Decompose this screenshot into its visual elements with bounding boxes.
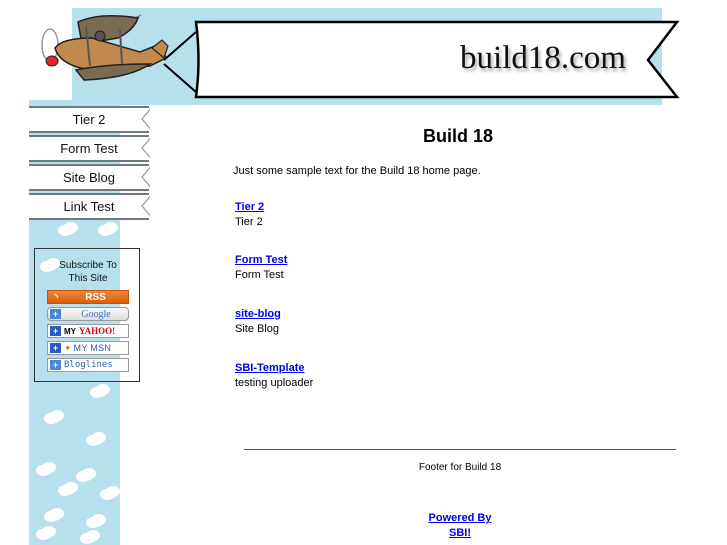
biplane-icon — [41, 14, 169, 81]
powered-by-link[interactable]: Powered By — [429, 512, 492, 524]
cloud-icon — [103, 488, 117, 499]
subscribe-title-line1: Subscribe To — [59, 260, 117, 271]
cloud-icon — [39, 464, 53, 475]
cloud-icon — [47, 510, 61, 521]
intro-text: Just some sample text for the Build 18 h… — [233, 165, 481, 177]
content-entry: site-blog Site Blog — [235, 307, 281, 338]
site-title[interactable]: build18.com — [460, 40, 626, 77]
msn-butterfly-icon: ✦ — [64, 342, 72, 353]
entry-link-tier-2[interactable]: Tier 2 — [235, 200, 264, 214]
google-label: Google — [81, 308, 111, 320]
entry-description: testing uploader — [235, 377, 314, 389]
ribbon-notch-icon — [141, 164, 155, 191]
entry-link-site-blog[interactable]: site-blog — [235, 307, 281, 321]
entry-link-form-test[interactable]: Form Test — [235, 253, 287, 267]
plus-icon: + — [50, 326, 61, 336]
subscribe-title-line2: This Site — [68, 273, 108, 284]
nav-item-tier-2[interactable]: Tier 2 — [29, 106, 155, 133]
ribbon-notch-icon — [141, 193, 155, 220]
yahoo-brand-label: YAHOO! — [79, 326, 116, 336]
nav-item-label: Link Test — [63, 199, 115, 214]
subscribe-title: Subscribe To This Site — [35, 259, 141, 285]
bloglines-label: Bloglines — [64, 360, 113, 370]
add-to-my-yahoo-button[interactable]: + MY YAHOO! — [47, 324, 129, 338]
page-title: Build 18 — [423, 126, 494, 146]
nav-item-form-test[interactable]: Form Test — [29, 135, 155, 162]
cloud-icon — [101, 224, 115, 235]
msn-label: MY MSN — [73, 343, 112, 353]
sbi-link[interactable]: SBI! — [449, 527, 471, 539]
add-to-bloglines-button[interactable]: + Bloglines — [47, 358, 129, 372]
plus-icon: + — [50, 360, 61, 370]
add-to-google-button[interactable]: + Google — [47, 307, 129, 321]
cloud-icon — [89, 434, 103, 445]
nav-item-site-blog[interactable]: Site Blog — [29, 164, 155, 191]
nav-item-link-test[interactable]: Link Test — [29, 193, 155, 220]
rss-icon: ◝ — [54, 291, 58, 302]
yahoo-my-label: MY — [64, 326, 76, 336]
nav-item-label: Form Test — [60, 141, 118, 156]
cloud-icon — [79, 470, 93, 481]
entry-link-sbi-template[interactable]: SBI-Template — [235, 361, 313, 375]
content-entry: Tier 2 Tier 2 — [235, 200, 264, 231]
sidebar-nav: Tier 2 Form Test Site Blog Link Test — [29, 106, 155, 222]
cloud-icon — [47, 412, 61, 423]
cloud-icon — [89, 516, 103, 527]
ribbon-notch-icon — [141, 135, 155, 162]
add-to-my-msn-button[interactable]: + ✦ MY MSN — [47, 341, 129, 355]
ribbon-notch-icon — [141, 106, 155, 133]
nav-item-label: Site Blog — [62, 170, 116, 185]
cloud-icon — [39, 528, 53, 539]
plus-icon: + — [50, 343, 61, 353]
content-entry: SBI-Template testing uploader — [235, 361, 313, 392]
powered-by: Powered By SBI! — [244, 511, 676, 541]
entry-description: Form Test — [235, 269, 284, 281]
rss-button[interactable]: ◝ RSS — [47, 290, 129, 304]
plus-icon: + — [50, 309, 61, 319]
cloud-icon — [61, 484, 75, 495]
nav-item-label: Tier 2 — [72, 112, 106, 127]
entry-description: Tier 2 — [235, 216, 263, 228]
footer-divider — [244, 449, 676, 450]
content-entry: Form Test Form Test — [235, 253, 287, 284]
footer-text: Footer for Build 18 — [418, 462, 502, 473]
rss-label: RSS — [85, 291, 106, 303]
entry-description: Site Blog — [235, 323, 280, 335]
cloud-icon — [83, 532, 97, 543]
cloud-icon — [61, 224, 75, 235]
subscribe-box: Subscribe To This Site ◝ RSS + Google + … — [34, 248, 140, 382]
cloud-icon — [93, 386, 107, 397]
